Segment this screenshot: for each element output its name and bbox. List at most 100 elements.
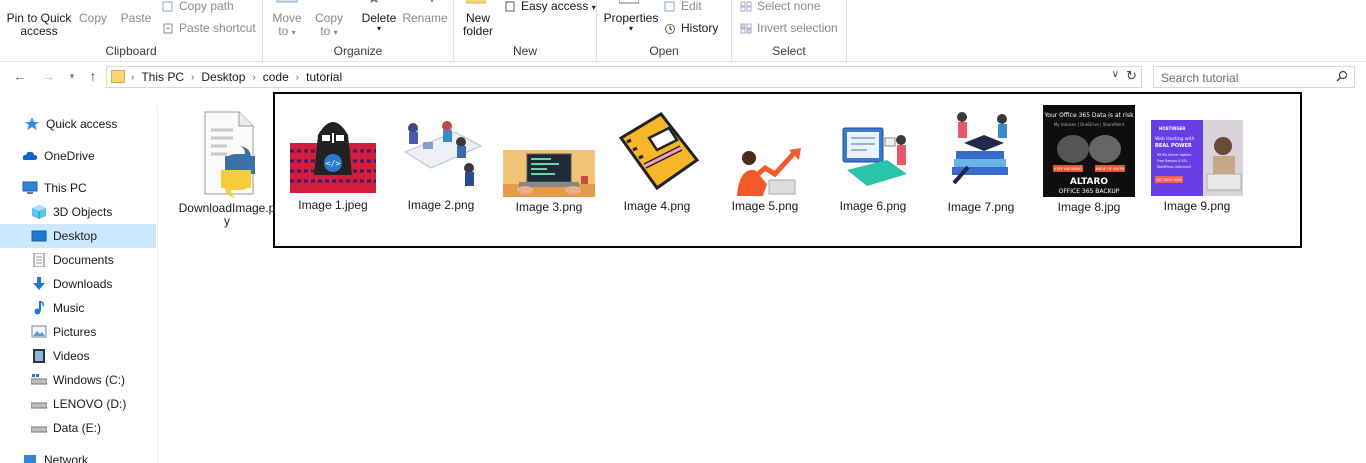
- document-icon: [33, 253, 45, 267]
- rename-button[interactable]: Rename: [401, 12, 449, 25]
- file-item-image-1[interactable]: </> Image 1.jpeg: [283, 105, 383, 212]
- hostinger-ad-line-2: REAL POWER: [1155, 143, 1192, 149]
- sidebar-item-this-pc[interactable]: This PC: [0, 176, 156, 200]
- file-label: Image 9.png: [1163, 199, 1231, 213]
- recent-locations-chevron-icon[interactable]: ▾: [64, 71, 80, 82]
- easy-access-button[interactable]: Easy access ▾: [504, 0, 596, 14]
- office-ad-button-2: MADE OF SAFER: [1096, 167, 1125, 171]
- drive-icon: [31, 402, 47, 409]
- breadcrumb-code[interactable]: code: [263, 70, 289, 84]
- copy-path-label: Copy path: [179, 0, 234, 13]
- breadcrumb-this-pc[interactable]: This PC: [141, 70, 184, 84]
- breadcrumb-chevron-icon: ›: [295, 71, 300, 83]
- file-item-image-8[interactable]: Your Office 365 Data is at risk My Inbox…: [1039, 105, 1139, 214]
- rename-icon: [431, 0, 433, 2]
- navigation-bar: ← → ▾ ↑ › This PC › Desktop › code › tut…: [0, 64, 1366, 92]
- delete-icon: [370, 0, 378, 3]
- organize-group-label: Organize: [333, 44, 383, 58]
- refresh-icon[interactable]: ↻: [1126, 68, 1137, 84]
- folder-icon: [111, 70, 125, 83]
- search-box[interactable]: Search tutorial: [1153, 66, 1355, 88]
- copy-path-button[interactable]: Copy path: [162, 0, 262, 13]
- properties-button[interactable]: Properties ▾: [601, 12, 661, 33]
- file-item-downloadimage-py[interactable]: DownloadImage.py: [177, 108, 277, 228]
- sidebar-item-label: Pictures: [53, 325, 97, 339]
- hostinger-ad-line-1: Web Hosting with: [1155, 136, 1195, 142]
- breadcrumb-tutorial[interactable]: tutorial: [306, 70, 342, 84]
- forward-arrow-icon[interactable]: →: [40, 68, 56, 84]
- sidebar-item-3d-objects[interactable]: 3D Objects: [0, 200, 156, 224]
- properties-icon: [619, 0, 639, 4]
- image-thumbnail-office-team: [395, 112, 487, 195]
- sidebar-item-label: Windows (C:): [53, 373, 126, 387]
- hostinger-ad-brand: HOSTINGER: [1159, 126, 1185, 131]
- file-item-image-9[interactable]: HOSTINGER Web Hosting with REAL POWER 99…: [1147, 120, 1247, 213]
- drive-icon: [31, 426, 47, 433]
- select-none-label: Select none: [757, 0, 821, 13]
- hostinger-ad-bullet-3: WordPress Optimized: [1157, 165, 1191, 169]
- move-to-icon: [276, 0, 298, 3]
- sidebar-item-windows-c[interactable]: Windows (C:): [0, 368, 156, 392]
- address-bar[interactable]: › This PC › Desktop › code › tutorial ∨ …: [106, 66, 1142, 88]
- sidebar-item-label: Network: [44, 453, 89, 463]
- sidebar-item-music[interactable]: Music: [0, 296, 156, 320]
- file-item-image-5[interactable]: Image 5.png: [715, 138, 815, 213]
- back-arrow-icon[interactable]: ←: [12, 68, 28, 84]
- file-label: DownloadImage.py: [178, 201, 276, 228]
- drive-icon: [31, 374, 47, 385]
- sidebar-item-videos[interactable]: Videos: [0, 344, 156, 368]
- move-to-button[interactable]: Move to ▾: [269, 12, 305, 39]
- sidebar-item-desktop[interactable]: Desktop: [0, 224, 156, 248]
- paste-shortcut-button[interactable]: Paste shortcut: [162, 22, 262, 35]
- file-item-image-4[interactable]: Image 4.png: [607, 108, 707, 213]
- music-icon: [34, 301, 44, 315]
- file-item-image-7[interactable]: Image 7.png: [931, 105, 1031, 214]
- file-item-image-6[interactable]: Image 6.png: [823, 120, 923, 213]
- desktop-icon: [31, 230, 47, 242]
- copy-to-chevron-icon: ▾: [333, 28, 338, 37]
- select-none-button[interactable]: Select none: [740, 0, 846, 13]
- sidebar-item-pictures[interactable]: Pictures: [0, 320, 156, 344]
- pin-to-quick-access-button[interactable]: Pin to Quick access: [4, 12, 74, 38]
- edit-label: Edit: [681, 0, 702, 13]
- up-arrow-icon[interactable]: ↑: [85, 68, 101, 84]
- history-button[interactable]: History: [664, 22, 730, 35]
- delete-button[interactable]: Delete ▾: [359, 12, 399, 33]
- pin-label-1: Pin to Quick: [6, 11, 72, 25]
- history-icon: [665, 24, 675, 35]
- search-input[interactable]: Search tutorial: [1161, 71, 1238, 85]
- breadcrumb-desktop[interactable]: Desktop: [201, 70, 245, 84]
- sidebar-item-quick-access[interactable]: Quick access: [0, 112, 156, 136]
- sidebar-item-documents[interactable]: Documents: [0, 248, 156, 272]
- sidebar-item-downloads[interactable]: Downloads: [0, 272, 156, 296]
- image-thumbnail-office365-backup-ad: Your Office 365 Data is at risk My Inbox…: [1043, 105, 1135, 197]
- paste-button[interactable]: Paste: [117, 12, 155, 25]
- clipboard-group: Pin to Quick access Copy Paste Copy path…: [0, 0, 263, 62]
- address-dropdown-chevron-icon[interactable]: ∨: [1112, 69, 1119, 80]
- new-folder-icon: [466, 0, 486, 4]
- breadcrumb-chevron-icon: ›: [191, 71, 195, 83]
- copy-button[interactable]: Copy: [76, 12, 110, 25]
- copy-path-icon: [162, 1, 173, 12]
- invert-selection-button[interactable]: Invert selection: [740, 22, 846, 35]
- hostinger-ad-bullet-2: Free Domain & SSL: [1157, 159, 1188, 163]
- file-item-image-3[interactable]: Image 3.png: [499, 150, 599, 214]
- properties-label: Properties: [603, 11, 659, 25]
- sidebar-item-data-e[interactable]: Data (E:): [0, 416, 156, 440]
- breadcrumb: › This PC › Desktop › code › tutorial: [131, 70, 342, 84]
- cube-icon: [32, 205, 46, 219]
- select-none-icon: [740, 1, 752, 12]
- new-folder-button[interactable]: New folder: [458, 12, 498, 38]
- image-thumbnail-hostinger-ad: HOSTINGER Web Hosting with REAL POWER 99…: [1151, 120, 1243, 196]
- breadcrumb-chevron-icon: ›: [252, 71, 256, 83]
- sidebar-item-network[interactable]: Network: [0, 448, 156, 463]
- invert-selection-icon: [740, 23, 752, 34]
- move-to-chevron-icon: ▾: [291, 28, 296, 37]
- sidebar-item-lenovo-d[interactable]: LENOVO (D:): [0, 392, 156, 416]
- clipboard-group-label: Clipboard: [105, 44, 157, 58]
- copy-to-button[interactable]: Copy to ▾: [311, 12, 347, 39]
- sidebar-item-onedrive[interactable]: OneDrive: [0, 144, 156, 168]
- image-thumbnail-documents-person: [827, 120, 919, 196]
- file-item-image-2[interactable]: Image 2.png: [391, 112, 491, 212]
- edit-button[interactable]: Edit: [664, 0, 730, 13]
